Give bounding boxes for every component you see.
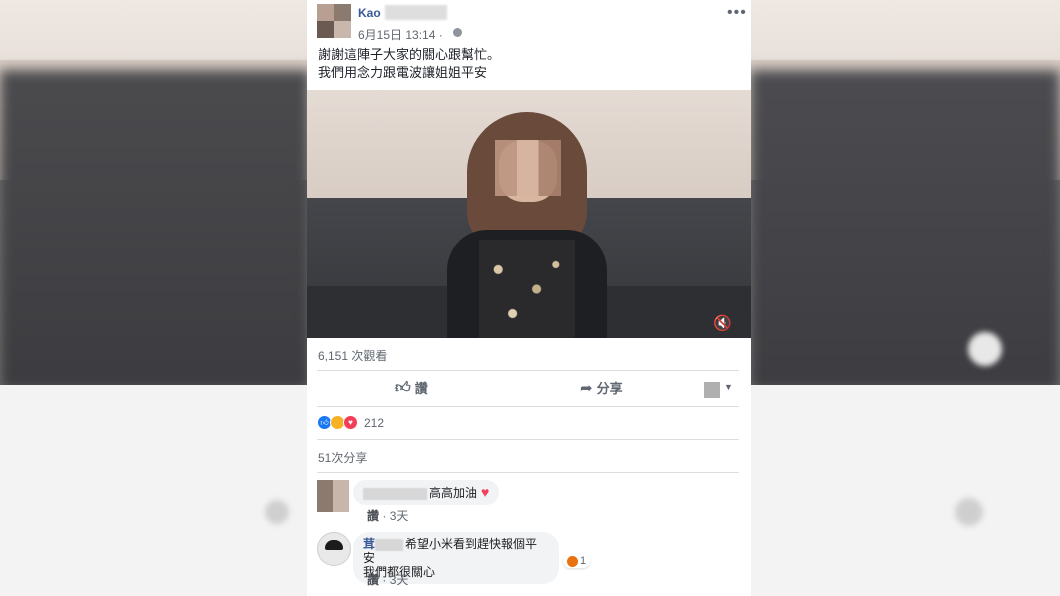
divider <box>317 370 739 371</box>
reactions-summary[interactable]: 👍︎ ♥ 212 <box>317 415 384 430</box>
comment-reaction-count: 1 <box>580 555 587 567</box>
audience-selector[interactable] <box>704 382 720 398</box>
comment-meta: 讚 · 3天 <box>367 573 409 587</box>
share-button[interactable]: ➦ 分享 <box>580 378 623 397</box>
background-sofa-right <box>750 70 1060 390</box>
commenter-avatar[interactable] <box>317 532 351 566</box>
share-label: 分享 <box>596 381 623 396</box>
background-blur-blob <box>265 500 289 524</box>
view-count: 6,151 次觀看 <box>318 349 388 363</box>
comment-like-link[interactable]: 讚 <box>367 573 379 587</box>
background-sofa-left <box>0 70 310 390</box>
comment-like-link[interactable]: 讚 <box>367 509 379 523</box>
heart-icon: ♥ <box>481 484 490 500</box>
more-options-icon[interactable]: ••• <box>727 4 747 22</box>
comment-reaction-badge[interactable]: 1 <box>563 554 591 568</box>
divider <box>317 406 739 407</box>
like-label: 讚 <box>414 381 428 396</box>
commenter-name-mosaic <box>375 538 404 551</box>
author-name[interactable]: Kao <box>358 6 381 20</box>
background-blur-blob <box>955 498 983 526</box>
commenter-avatar[interactable] <box>317 480 349 512</box>
background-blur-blob <box>968 332 1002 366</box>
video-player[interactable]: 🔇 <box>307 90 751 338</box>
video-person-dress <box>479 240 575 338</box>
post-header: Kao 6月15日 13:14 · ••• 謝謝這陣子大家的關心跟幫忙。 我們用… <box>307 0 751 90</box>
caret-down-icon[interactable]: ▼ <box>724 382 733 392</box>
share-arrow-icon: ➦ <box>580 379 593 397</box>
post-timestamp[interactable]: 6月15日 13:14 · <box>358 26 443 43</box>
angry-reaction-icon <box>567 555 578 567</box>
divider <box>317 439 739 440</box>
divider <box>317 472 739 473</box>
facebook-post-card: Kao 6月15日 13:14 · ••• 謝謝這陣子大家的關心跟幫忙。 我們用… <box>307 0 751 596</box>
comment-meta: 讚 · 3天 <box>367 509 409 523</box>
post-text: 謝謝這陣子大家的關心跟幫忙。 我們用念力跟電波讓姐姐平安 <box>318 47 501 80</box>
share-count[interactable]: 51次分享 <box>318 449 367 466</box>
thumbs-up-icon: 👍︎ <box>395 378 411 396</box>
face-mosaic <box>495 140 561 196</box>
love-reaction-icon: ♥ <box>343 415 358 430</box>
comment-bubble: 高高加油 ♥ <box>353 480 500 505</box>
commenter-name[interactable]: 茸 <box>363 537 375 551</box>
comment-text: 高高加油 <box>429 486 478 500</box>
like-button[interactable]: 👍︎ 讚 <box>395 378 428 397</box>
commenter-name-mosaic <box>363 487 427 500</box>
globe-icon <box>453 28 462 37</box>
author-name-mosaic <box>385 5 447 20</box>
comment-time[interactable]: 3天 <box>390 509 409 523</box>
author-avatar[interactable] <box>317 4 351 38</box>
reaction-count: 212 <box>364 415 385 430</box>
mute-icon[interactable]: 🔇 <box>713 314 732 332</box>
comment-time[interactable]: 3天 <box>390 573 409 587</box>
